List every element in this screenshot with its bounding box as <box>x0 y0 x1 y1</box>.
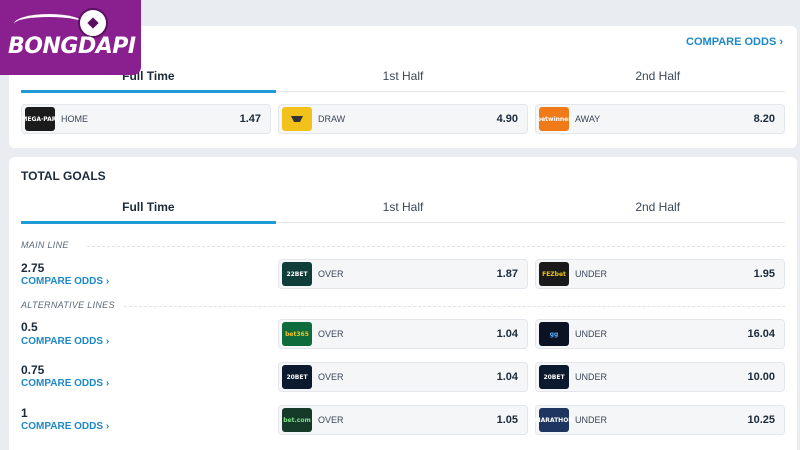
odds-over[interactable]: 20BET OVER 1.04 <box>278 362 528 392</box>
odds-value: 16.04 <box>747 328 775 340</box>
odds-value: 8.20 <box>753 113 775 125</box>
odds-value: 1.05 <box>496 414 518 426</box>
bookmaker-logo: MARATHON <box>535 408 573 432</box>
odds-away[interactable]: betwinner AWAY 8.20 <box>535 104 785 134</box>
bookmaker-logo: FEZbet <box>539 262 569 286</box>
compare-odds-link[interactable]: COMPARE ODDS › <box>21 276 109 287</box>
odds-label: DRAW <box>318 114 346 124</box>
odds-label: OVER <box>318 329 344 339</box>
bookmaker-logo: 20BET <box>282 365 312 389</box>
compare-odds-link[interactable]: COMPARE ODDS › <box>21 378 109 389</box>
site-logo[interactable]: BONGDAPI <box>0 0 141 75</box>
bookmaker-logo: betwinner <box>537 107 571 131</box>
odds-value: 1.87 <box>496 268 518 280</box>
bookmaker-logo: bet365 <box>282 322 312 346</box>
divider <box>87 246 785 247</box>
odds-label: UNDER <box>575 269 608 279</box>
tab-1st-half[interactable]: 1st Half <box>276 66 531 91</box>
bookmaker-logo: 22BET <box>282 262 312 286</box>
compare-odds-link[interactable]: COMPARE ODDS › <box>21 421 109 432</box>
odds-label: OVER <box>318 415 344 425</box>
odds-value: 1.04 <box>496 328 518 340</box>
odds-label: UNDER <box>575 329 608 339</box>
bookmaker-logo <box>282 107 312 131</box>
tab-1st-half[interactable]: 1st Half <box>276 197 531 222</box>
line-value: 1 <box>21 406 28 420</box>
odds-label: UNDER <box>575 372 608 382</box>
odds-under[interactable]: gg UNDER 16.04 <box>535 319 785 349</box>
odds-label: OVER <box>318 372 344 382</box>
card-title: TOTAL GOALS <box>21 169 106 183</box>
odds-over[interactable]: 22BET OVER 1.87 <box>278 259 528 289</box>
logo-swoosh <box>14 14 84 34</box>
bookmaker-logo: 20BET <box>539 365 569 389</box>
compare-odds-link[interactable]: COMPARE ODDS › <box>21 336 109 347</box>
odds-value: 1.04 <box>496 371 518 383</box>
bookmaker-logo: bet.com <box>282 408 312 432</box>
odds-label: HOME <box>61 114 88 124</box>
bookmaker-logo: gg <box>539 322 569 346</box>
odds-label: UNDER <box>575 415 608 425</box>
line-value: 0.75 <box>21 363 45 377</box>
odds-over[interactable]: bet365 OVER 1.04 <box>278 319 528 349</box>
total-goals-card: TOTAL GOALS Full Time 1st Half 2nd Half … <box>9 157 797 450</box>
main-line-label: MAIN LINE <box>21 240 69 250</box>
odds-under[interactable]: MARATHON UNDER 10.25 <box>535 405 785 435</box>
odds-under[interactable]: 20BET UNDER 10.00 <box>535 362 785 392</box>
odds-value: 1.47 <box>239 113 261 125</box>
odds-label: AWAY <box>575 114 601 124</box>
logo-text: BONGDAPI <box>8 34 136 59</box>
compare-odds-link[interactable]: COMPARE ODDS › <box>686 36 783 48</box>
tab-2nd-half[interactable]: 2nd Half <box>530 197 785 222</box>
odds-over[interactable]: bet.com OVER 1.05 <box>278 405 528 435</box>
odds-value: 1.95 <box>753 268 775 280</box>
odds-value: 10.25 <box>747 414 775 426</box>
period-tabs: Full Time 1st Half 2nd Half <box>21 197 785 224</box>
odds-home[interactable]: MEGA·PARI HOME 1.47 <box>21 104 271 134</box>
odds-label: OVER <box>318 269 344 279</box>
alternative-lines-label: ALTERNATIVE LINES <box>21 300 115 310</box>
odds-under[interactable]: FEZbet UNDER 1.95 <box>535 259 785 289</box>
odds-draw[interactable]: DRAW 4.90 <box>278 104 528 134</box>
bookmaker-logo: MEGA·PARI <box>21 107 59 131</box>
line-value: 2.75 <box>21 261 45 275</box>
tab-2nd-half[interactable]: 2nd Half <box>530 66 785 91</box>
tab-full-time[interactable]: Full Time <box>21 197 276 224</box>
odds-value: 10.00 <box>747 371 775 383</box>
divider <box>124 306 785 307</box>
line-value: 0.5 <box>21 320 38 334</box>
odds-value: 4.90 <box>496 113 518 125</box>
